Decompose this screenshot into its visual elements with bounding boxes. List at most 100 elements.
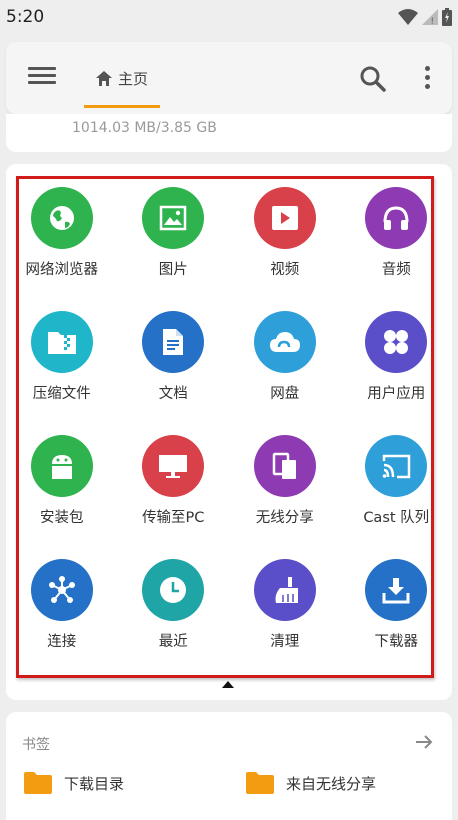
- category-transfer-to-pc[interactable]: 传输至PC: [118, 434, 230, 558]
- home-icon: [95, 70, 112, 86]
- network-icon: [48, 576, 75, 603]
- bookmarks-title: 书签: [22, 737, 50, 753]
- svg-text:!: !: [431, 16, 434, 25]
- monitor-icon: [159, 455, 188, 478]
- category-label: 压缩文件: [32, 386, 91, 402]
- category-icon-circle: [365, 311, 428, 373]
- collapse-arrow-icon[interactable]: [222, 681, 234, 688]
- hamburger-icon: [28, 67, 56, 70]
- category-images[interactable]: 图片: [118, 186, 230, 310]
- clock-icon: [160, 577, 187, 603]
- top-app-bar: 主页: [6, 42, 452, 114]
- category-cast-queue[interactable]: Cast 队列: [341, 434, 453, 558]
- apps-icon: [384, 330, 409, 354]
- storage-usage: 1014.03 MB/3.85 GB: [72, 120, 217, 136]
- category-icon-circle: [253, 435, 316, 497]
- hamburger-line: [28, 81, 56, 84]
- more-dot: [424, 84, 430, 89]
- category-cleanup[interactable]: 清理: [229, 558, 341, 682]
- category-icon-circle: [365, 559, 428, 621]
- category-label: 最近: [158, 634, 188, 650]
- category-video[interactable]: 视频: [229, 186, 341, 310]
- cell-signal-icon: !: [422, 9, 438, 25]
- cloud-icon: [269, 332, 300, 352]
- category-wireless-share[interactable]: 无线分享: [229, 434, 341, 558]
- more-vert-icon: [424, 66, 430, 71]
- category-icon-circle: [30, 559, 93, 621]
- category-label: 清理: [270, 634, 300, 650]
- category-label: 音频: [381, 262, 411, 278]
- android-icon: [51, 455, 72, 479]
- category-audio[interactable]: 音频: [341, 186, 453, 310]
- category-icon-circle: [253, 311, 316, 373]
- category-icon-circle: [253, 187, 316, 249]
- category-apk[interactable]: 安装包: [6, 434, 118, 558]
- share-icon: [272, 452, 296, 479]
- tab-indicator: [84, 105, 160, 108]
- headphones-icon: [383, 206, 409, 230]
- search-button[interactable]: [358, 64, 388, 94]
- document-icon: [163, 329, 184, 355]
- archive-icon: [47, 332, 76, 354]
- category-label: 下载器: [374, 634, 419, 650]
- status-icons: !: [398, 8, 452, 26]
- battery-icon: [442, 8, 452, 26]
- category-icon-circle: [30, 187, 93, 249]
- category-icon-circle: [142, 311, 205, 373]
- category-label: 视频: [270, 262, 300, 278]
- home-tab-label: 主页: [117, 69, 148, 88]
- category-label: 网络浏览器: [25, 262, 99, 278]
- image-icon: [160, 205, 187, 231]
- category-documents[interactable]: 文档: [118, 310, 230, 434]
- category-archives[interactable]: 压缩文件: [6, 310, 118, 434]
- storage-card[interactable]: 1014.03 MB/3.85 GB: [6, 114, 452, 152]
- category-grid: 网络浏览器 图片 视频 音频 压缩文件 文档 网盘 用户应用 安装包 传输至PC…: [6, 186, 452, 682]
- bookmark-label: 下载目录: [64, 774, 125, 793]
- category-label: Cast 队列: [363, 510, 430, 526]
- category-label: 传输至PC: [142, 510, 205, 526]
- category-label: 无线分享: [255, 510, 314, 526]
- category-icon-circle: [365, 435, 428, 497]
- category-icon-circle: [142, 435, 205, 497]
- category-icon-circle: [253, 559, 316, 621]
- category-label: 文档: [158, 386, 188, 402]
- category-web-browser[interactable]: 网络浏览器: [6, 186, 118, 310]
- status-bar: 5:20 !: [0, 0, 458, 34]
- more-dot: [424, 75, 430, 80]
- category-label: 安装包: [40, 510, 84, 526]
- bookmarks-more-button[interactable]: [414, 732, 434, 752]
- category-label: 用户应用: [367, 386, 426, 402]
- more-options-button[interactable]: [420, 66, 434, 92]
- wifi-icon: [398, 9, 418, 25]
- bookmark-item-wireless-share[interactable]: 来自无线分享: [246, 772, 376, 794]
- tab-home[interactable]: 主页: [84, 42, 160, 114]
- category-recent[interactable]: 最近: [118, 558, 230, 682]
- category-label: 网盘: [270, 386, 300, 402]
- category-cloud-drive[interactable]: 网盘: [229, 310, 341, 434]
- video-icon: [271, 206, 298, 230]
- bookmark-item-downloads[interactable]: 下载目录: [24, 772, 124, 794]
- download-icon: [382, 578, 410, 604]
- menu-button[interactable]: [28, 64, 56, 92]
- category-icon-circle: [365, 187, 428, 249]
- category-label: 连接: [47, 634, 77, 650]
- category-icon-circle: [30, 435, 93, 497]
- bookmarks-card: 书签 下载目录 来自无线分享: [6, 712, 452, 820]
- category-label: 图片: [158, 262, 188, 278]
- category-downloader[interactable]: 下载器: [341, 558, 453, 682]
- search-icon: [360, 66, 386, 92]
- arrow-right-icon: [416, 735, 433, 749]
- broom-icon: [275, 577, 298, 603]
- hamburger-line: [28, 74, 56, 77]
- globe-icon: [49, 206, 74, 230]
- cast-icon: [382, 454, 411, 479]
- folder-icon: [246, 772, 274, 794]
- category-connect[interactable]: 连接: [6, 558, 118, 682]
- category-icon-circle: [30, 311, 93, 373]
- folder-icon: [24, 772, 52, 794]
- category-user-apps[interactable]: 用户应用: [341, 310, 453, 434]
- bookmark-label: 来自无线分享: [286, 774, 377, 793]
- category-icon-circle: [142, 559, 205, 621]
- category-icon-circle: [142, 187, 205, 249]
- status-time: 5:20: [6, 7, 45, 27]
